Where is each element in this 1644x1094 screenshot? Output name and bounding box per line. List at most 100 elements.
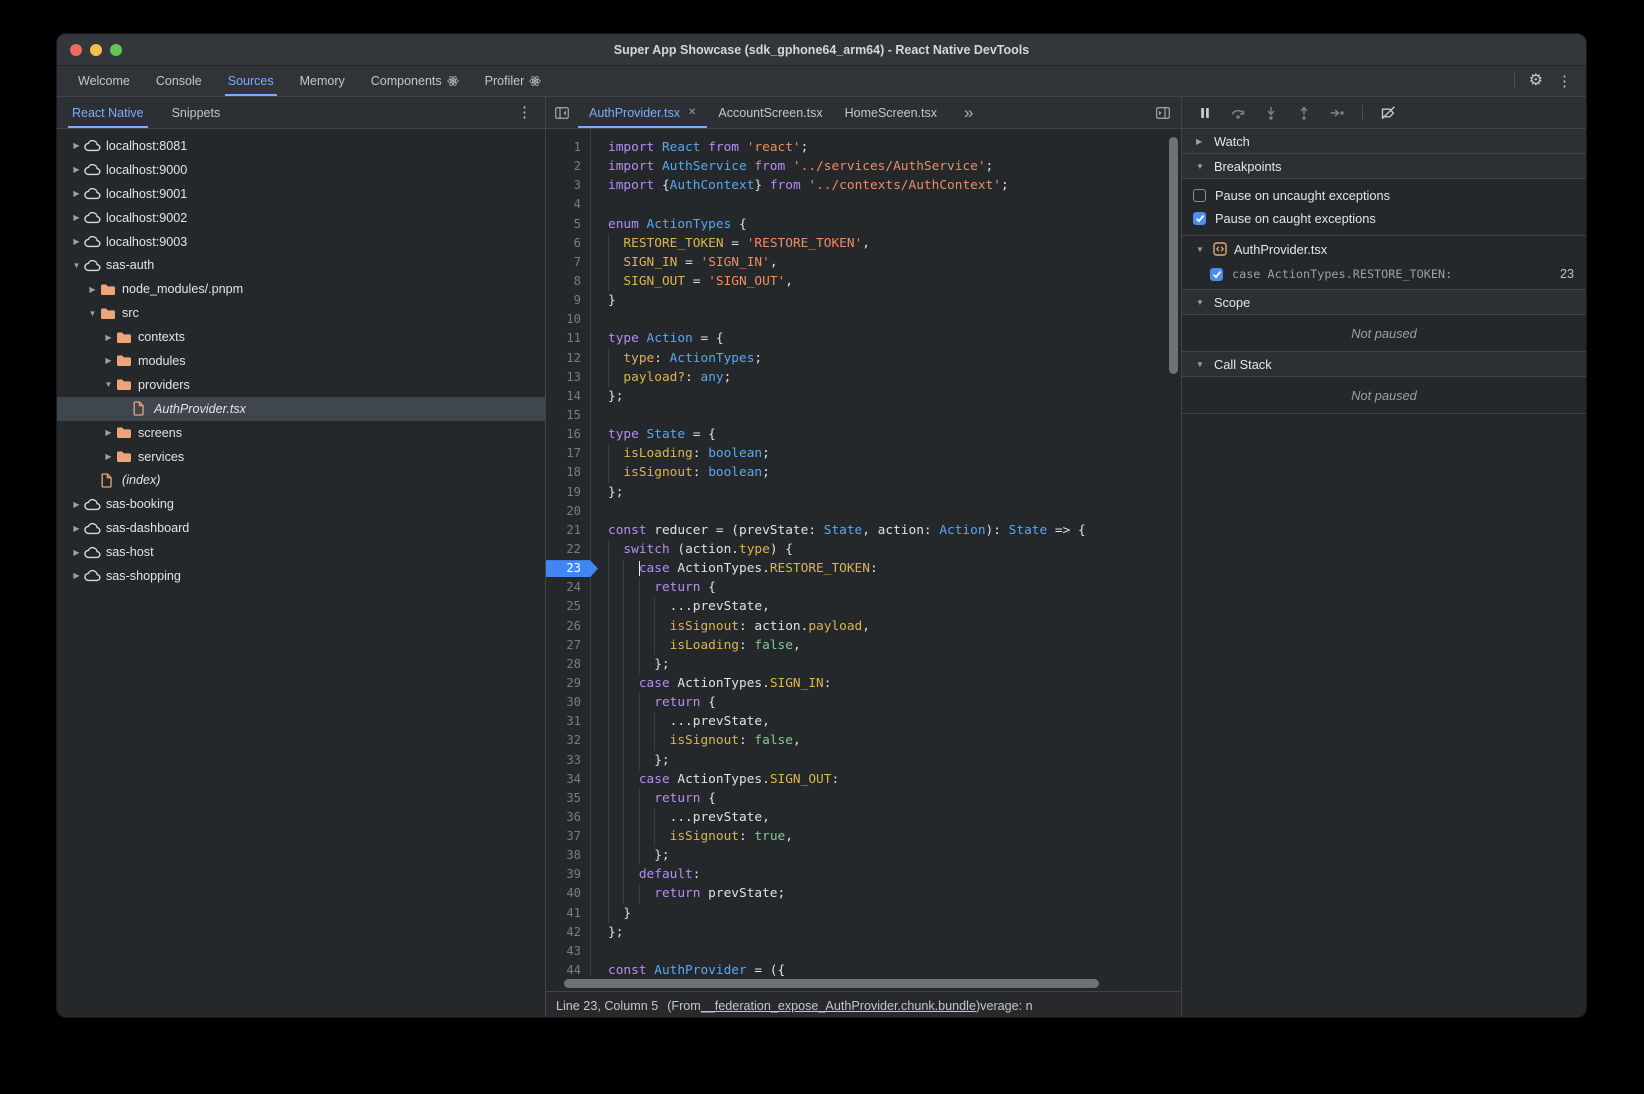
more-options-kebab-icon[interactable]: ⋮	[1557, 74, 1572, 89]
code-line[interactable]: };	[591, 751, 1181, 770]
code-text-area[interactable]: import React from 'react';import AuthSer…	[591, 129, 1181, 976]
execution-line-marker[interactable]: 23	[546, 559, 590, 578]
code-line[interactable]: const reducer = (prevState: State, actio…	[591, 521, 1181, 540]
gutter-line-number[interactable]: 33	[546, 751, 590, 770]
tree-item-localhost-8081[interactable]: ▶localhost:8081	[57, 134, 545, 158]
chevron-right-icon[interactable]: ▶	[69, 524, 84, 533]
tab-console[interactable]: Console	[143, 66, 215, 96]
code-line[interactable]: ...prevState,	[591, 597, 1181, 616]
breakpoint-entry-checkbox[interactable]	[1210, 268, 1223, 281]
tree-item-localhost-9002[interactable]: ▶localhost:9002	[57, 206, 545, 230]
close-tab-icon[interactable]: ✕	[688, 107, 696, 118]
code-line[interactable]: type State = {	[591, 425, 1181, 444]
step-out-button[interactable]	[1296, 105, 1312, 121]
gutter-line-number[interactable]: 38	[546, 846, 590, 865]
gutter-line-number[interactable]: 31	[546, 712, 590, 731]
gutter-line-number[interactable]: 8	[546, 272, 590, 291]
chevron-right-icon[interactable]: ▶	[69, 237, 84, 246]
code-line[interactable]: RESTORE_TOKEN = 'RESTORE_TOKEN',	[591, 234, 1181, 253]
chevron-right-icon[interactable]: ▶	[69, 141, 84, 150]
gutter-line-number[interactable]: 39	[546, 865, 590, 884]
tree-item-sas-booking[interactable]: ▶sas-booking	[57, 492, 545, 516]
tab-welcome[interactable]: Welcome	[65, 66, 143, 96]
pause-script-button[interactable]	[1197, 105, 1213, 121]
code-line[interactable]	[591, 195, 1181, 214]
gutter-line-number[interactable]: 36	[546, 808, 590, 827]
tree-item-node-modules-pnpm[interactable]: ▶node_modules/.pnpm	[57, 277, 545, 301]
tree-item-services[interactable]: ▶services	[57, 445, 545, 469]
chevron-down-icon[interactable]: ▼	[69, 261, 84, 270]
code-line[interactable]: };	[591, 923, 1181, 942]
code-line[interactable]: type Action = {	[591, 329, 1181, 348]
code-line[interactable]	[591, 310, 1181, 329]
tree-item-modules[interactable]: ▶modules	[57, 349, 545, 373]
gutter-line-number[interactable]: 22	[546, 540, 590, 559]
pause-caught-row[interactable]: Pause on caught exceptions	[1182, 207, 1586, 230]
chevron-right-icon[interactable]: ▶	[101, 333, 116, 342]
gutter-line-number[interactable]: 42	[546, 923, 590, 942]
gutter-line-number[interactable]: 37	[546, 827, 590, 846]
tree-item-src[interactable]: ▼src	[57, 301, 545, 325]
vertical-scrollbar-thumb[interactable]	[1169, 137, 1178, 374]
chevron-right-icon[interactable]: ▶	[69, 571, 84, 580]
code-line[interactable]: };	[591, 387, 1181, 406]
code-line[interactable]	[591, 942, 1181, 961]
settings-gear-icon[interactable]: ⚙	[1529, 73, 1543, 89]
gutter-line-number[interactable]: 40	[546, 884, 590, 903]
gutter-line-number[interactable]: 19	[546, 483, 590, 502]
chevron-right-icon[interactable]: ▶	[69, 500, 84, 509]
gutter-line-number[interactable]: 27	[546, 636, 590, 655]
pause-uncaught-row[interactable]: Pause on uncaught exceptions	[1182, 184, 1586, 207]
code-editor[interactable]: 1234567891011121314151617181920212223242…	[546, 129, 1181, 976]
pause-uncaught-checkbox[interactable]	[1193, 189, 1206, 202]
tree-item-localhost-9003[interactable]: ▶localhost:9003	[57, 230, 545, 254]
tree-item-sas-auth[interactable]: ▼sas-auth	[57, 253, 545, 277]
gutter-line-number[interactable]: 41	[546, 904, 590, 923]
minimize-window-button[interactable]	[90, 44, 102, 56]
code-line[interactable]: case ActionTypes.SIGN_OUT:	[591, 770, 1181, 789]
code-line[interactable]: }	[591, 904, 1181, 923]
navigator-kebab-icon[interactable]: ⋮	[517, 105, 532, 120]
gutter-line-number[interactable]: 2	[546, 157, 590, 176]
gutter-line-number[interactable]: 3	[546, 176, 590, 195]
tree-item-authprovider-tsx[interactable]: AuthProvider.tsx	[57, 397, 545, 421]
tree-item-sas-shopping[interactable]: ▶sas-shopping	[57, 564, 545, 588]
editor-tab-accountscreen-tsx[interactable]: AccountScreen.tsx	[707, 97, 833, 128]
code-line[interactable]: return prevState;	[591, 884, 1181, 903]
tab-components[interactable]: Components	[358, 66, 472, 96]
code-line[interactable]: enum ActionTypes {	[591, 215, 1181, 234]
code-line[interactable]: payload?: any;	[591, 368, 1181, 387]
breakpoint-file-group[interactable]: ▼ AuthProvider.tsx	[1182, 236, 1586, 262]
chevron-right-icon[interactable]: ▶	[85, 285, 100, 294]
gutter-line-number[interactable]: 24	[546, 578, 590, 597]
gutter-line-number[interactable]: 29	[546, 674, 590, 693]
toggle-debugger-icon[interactable]	[1145, 97, 1181, 128]
code-line[interactable]: };	[591, 846, 1181, 865]
code-line[interactable]: SIGN_OUT = 'SIGN_OUT',	[591, 272, 1181, 291]
call-stack-section-header[interactable]: ▼ Call Stack	[1182, 352, 1586, 377]
code-line[interactable]: return {	[591, 578, 1181, 597]
code-line[interactable]	[591, 502, 1181, 521]
code-line[interactable]: isLoading: boolean;	[591, 444, 1181, 463]
chevron-down-icon[interactable]: ▼	[85, 309, 100, 318]
gutter-line-number[interactable]: 35	[546, 789, 590, 808]
tab-sources[interactable]: Sources	[215, 66, 287, 96]
close-window-button[interactable]	[70, 44, 82, 56]
gutter-line-number[interactable]: 21	[546, 521, 590, 540]
step-button[interactable]	[1329, 105, 1345, 121]
code-line[interactable]: case ActionTypes.SIGN_IN:	[591, 674, 1181, 693]
code-line[interactable]: }	[591, 291, 1181, 310]
code-line[interactable]: case ActionTypes.RESTORE_TOKEN:	[591, 559, 1181, 578]
gutter-line-number[interactable]: 15	[546, 406, 590, 425]
code-line[interactable]: isSignout: true,	[591, 827, 1181, 846]
editor-tab-authprovider-tsx[interactable]: AuthProvider.tsx✕	[578, 97, 707, 128]
code-line[interactable]: SIGN_IN = 'SIGN_IN',	[591, 253, 1181, 272]
code-line[interactable]: return {	[591, 789, 1181, 808]
gutter-line-number[interactable]: 4	[546, 195, 590, 214]
line-number-gutter[interactable]: 1234567891011121314151617181920212223242…	[546, 129, 591, 976]
tree-item-contexts[interactable]: ▶contexts	[57, 325, 545, 349]
gutter-line-number[interactable]: 34	[546, 770, 590, 789]
code-line[interactable]: import AuthService from '../services/Aut…	[591, 157, 1181, 176]
gutter-line-number[interactable]: 1	[546, 138, 590, 157]
zoom-window-button[interactable]	[110, 44, 122, 56]
